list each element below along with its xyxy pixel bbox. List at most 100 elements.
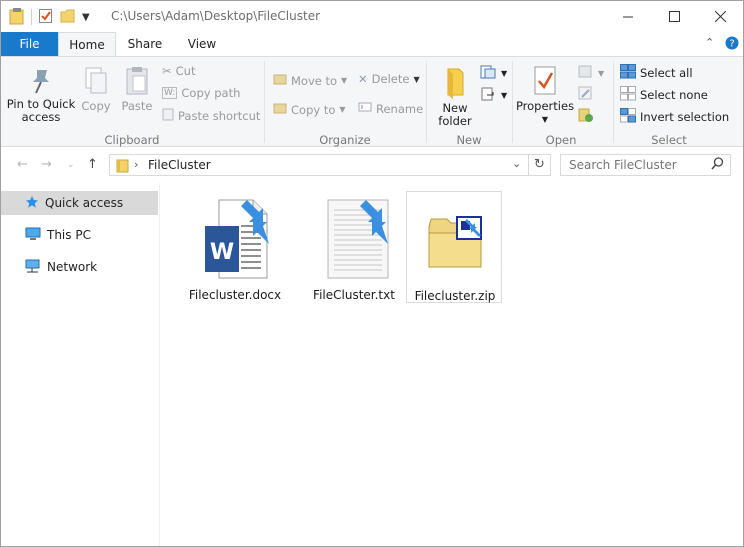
- dropdown-arrow-icon: ▼: [501, 91, 508, 100]
- tab-home[interactable]: Home: [58, 32, 116, 57]
- copy-label: Copy: [81, 99, 111, 113]
- search-input[interactable]: [569, 157, 709, 173]
- nav-item-this-pc[interactable]: This PC: [1, 223, 158, 247]
- text-document-icon: [327, 199, 389, 279]
- dropdown-arrow-icon: ▼: [541, 115, 549, 124]
- refresh-icon[interactable]: ↻: [534, 157, 545, 172]
- nav-item-network[interactable]: Network: [1, 255, 158, 279]
- select-none-icon: [620, 86, 636, 104]
- easy-access-button[interactable]: ▼: [479, 86, 507, 105]
- select-none-button[interactable]: Select none: [620, 86, 708, 104]
- search-icon[interactable]: [711, 157, 724, 173]
- search-box[interactable]: [560, 154, 731, 176]
- paste-label: Paste: [121, 99, 153, 113]
- rename-button[interactable]: Rename: [358, 101, 423, 116]
- svg-text:W: W: [210, 240, 234, 265]
- computer-icon: [25, 227, 41, 244]
- paste-icon: [126, 67, 148, 95]
- file-name: FileCluster.txt: [313, 288, 395, 302]
- pin-icon: [33, 70, 49, 94]
- new-folder-icon: [447, 68, 464, 99]
- select-group-label: Select: [651, 133, 687, 147]
- ribbon-tabs: File Home Share View ⌃ ?: [1, 32, 743, 57]
- open-button[interactable]: ▼: [578, 64, 604, 82]
- quick-access-toolbar: ▼: [9, 7, 90, 27]
- invert-selection-button[interactable]: Invert selection: [620, 108, 729, 126]
- help-icon[interactable]: ?: [725, 36, 739, 53]
- file-item-txt[interactable]: FileCluster.txt: [306, 191, 402, 303]
- new-group-label: New: [456, 133, 482, 147]
- dropdown-arrow-icon: ▼: [501, 69, 508, 78]
- address-dropdown-chevron-icon[interactable]: ⌄: [512, 157, 521, 170]
- ribbon-group-divider: [512, 61, 513, 143]
- minimize-button[interactable]: [605, 1, 651, 32]
- tab-file[interactable]: File: [1, 32, 58, 56]
- svg-text:?: ?: [729, 39, 734, 50]
- nav-item-quick-access[interactable]: Quick access: [1, 191, 158, 215]
- new-folder-icon[interactable]: [60, 8, 76, 27]
- copy-button[interactable]: Copy: [77, 65, 115, 113]
- back-arrow-icon[interactable]: ←: [17, 157, 28, 172]
- pin-label: Pin to Quick access: [6, 97, 76, 124]
- collapse-ribbon-icon[interactable]: ⌃: [705, 36, 714, 49]
- customize-toolbar-dropdown-icon[interactable]: ▼: [82, 12, 90, 23]
- close-button[interactable]: [697, 1, 743, 32]
- paste-shortcut-icon: [162, 108, 174, 124]
- file-item-docx[interactable]: W Filecluster.docx: [187, 191, 283, 303]
- tab-share[interactable]: Share: [116, 32, 174, 56]
- rename-icon: [358, 101, 372, 116]
- forward-arrow-icon[interactable]: →: [41, 157, 52, 172]
- navigation-pane: Quick access This PC Network: [1, 183, 160, 546]
- breadcrumb-current-folder[interactable]: FileCluster: [148, 158, 211, 172]
- copy-icon: [85, 67, 107, 94]
- new-item-button[interactable]: ▼: [479, 64, 507, 83]
- window-title-path: C:\Users\Adam\Desktop\FileCluster: [111, 9, 321, 23]
- delete-button[interactable]: ✕ Delete ▼: [358, 72, 420, 86]
- copy-path-icon: W:: [162, 87, 178, 99]
- dropdown-arrow-icon: ▼: [341, 76, 348, 85]
- pin-to-quick-access-button[interactable]: Pin to Quick access: [5, 67, 77, 124]
- select-none-label: Select none: [640, 88, 708, 102]
- folder-properties-icon[interactable]: [9, 7, 25, 28]
- properties-icon: [534, 66, 556, 95]
- open-icon: [578, 64, 594, 82]
- new-item-icon: [479, 64, 497, 83]
- paste-button[interactable]: Paste: [118, 65, 156, 113]
- properties-button[interactable]: Properties ▼: [515, 65, 575, 126]
- address-divider: [528, 155, 529, 175]
- rename-label: Rename: [376, 101, 424, 116]
- dropdown-arrow-icon: ▼: [598, 68, 605, 78]
- delete-label: Delete: [371, 72, 410, 86]
- invert-selection-icon: [620, 108, 636, 126]
- paste-shortcut-button[interactable]: Paste shortcut: [162, 108, 260, 124]
- address-bar[interactable]: › FileCluster ⌄ ↻: [109, 154, 551, 176]
- breadcrumb-separator-icon[interactable]: ›: [134, 158, 138, 171]
- ribbon-group-divider: [613, 61, 614, 143]
- copy-path-button[interactable]: W: Copy path: [162, 86, 240, 100]
- scissors-icon: ✂: [162, 64, 172, 78]
- copy-path-label: Copy path: [181, 86, 241, 100]
- edit-button[interactable]: [578, 86, 594, 104]
- new-folder-button[interactable]: New folder: [433, 65, 477, 128]
- zip-folder-icon: [428, 216, 482, 268]
- history-button[interactable]: [578, 108, 594, 126]
- ribbon-group-divider: [264, 61, 265, 143]
- cut-button[interactable]: ✂ Cut: [162, 64, 195, 78]
- cut-label: Cut: [175, 64, 196, 78]
- dropdown-arrow-icon: ▼: [339, 105, 346, 114]
- file-item-zip[interactable]: Filecluster.zip: [406, 191, 502, 303]
- select-all-button[interactable]: Select all: [620, 64, 693, 82]
- history-icon: [578, 108, 594, 126]
- maximize-button[interactable]: [651, 1, 697, 32]
- move-to-button[interactable]: Move to ▼: [273, 72, 347, 89]
- copy-to-button[interactable]: Copy to ▼: [273, 101, 346, 118]
- up-arrow-icon[interactable]: ↑: [87, 157, 98, 172]
- tab-view[interactable]: View: [174, 32, 230, 56]
- select-all-label: Select all: [640, 66, 693, 80]
- copy-to-label: Copy to: [291, 102, 336, 117]
- explorer-window: ▼ C:\Users\Adam\Desktop\FileCluster File…: [0, 0, 744, 547]
- move-to-label: Move to: [291, 73, 338, 88]
- properties-check-icon[interactable]: [38, 8, 54, 27]
- properties-label: Properties: [515, 99, 575, 113]
- recent-locations-chevron-icon[interactable]: ⌄: [67, 160, 75, 170]
